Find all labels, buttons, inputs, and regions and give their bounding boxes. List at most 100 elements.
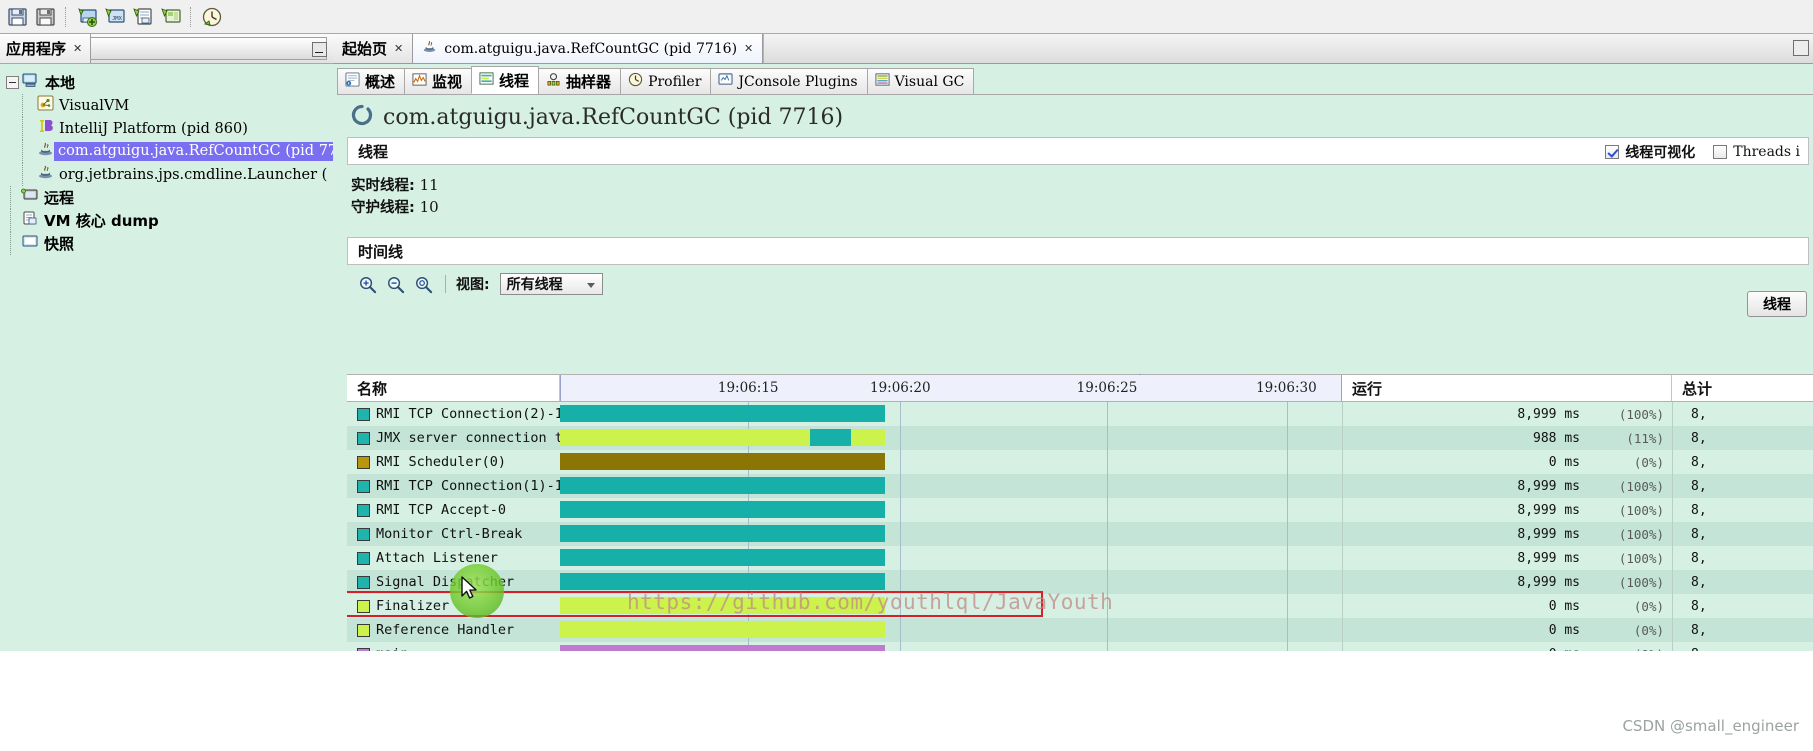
cell-running-time: 0 ms (0%) bbox=[1342, 450, 1672, 474]
daemon-threads-label: 守护线程: bbox=[351, 200, 415, 217]
total-time-value: 8, bbox=[1691, 454, 1707, 470]
daemon-threads-row: 守护线程: 10 bbox=[351, 197, 1813, 219]
tab-threads[interactable]: 线程 bbox=[471, 66, 540, 94]
thread-color-swatch bbox=[357, 575, 370, 589]
tab-applications[interactable]: 应用程序 ✕ bbox=[0, 34, 92, 63]
cell-timeline-track[interactable] bbox=[560, 522, 1342, 546]
maximize-button[interactable] bbox=[1793, 40, 1809, 56]
tree-node-label: 本地 bbox=[45, 74, 76, 92]
table-row[interactable]: RMI TCP Connection(2)-192. 8,999 ms (100%)… bbox=[347, 402, 1813, 426]
cell-timeline-track[interactable] bbox=[560, 450, 1342, 474]
table-row[interactable]: Monitor Ctrl-Break 8,999 ms (100%) 8, bbox=[347, 522, 1813, 546]
tree-node-label: org.jetbrains.jps.cmdline.Launcher ( bbox=[59, 166, 328, 183]
table-row[interactable]: Attach Listener 8,999 ms (100%) 8, bbox=[347, 546, 1813, 570]
cell-timeline-track[interactable] bbox=[560, 402, 1342, 426]
checkbox-icon[interactable] bbox=[1713, 145, 1728, 159]
main-toolbar: JMX bbox=[0, 0, 1813, 34]
threads-inspector-checkbox[interactable]: Threads i bbox=[1713, 144, 1800, 160]
main-content-area: 起始页 ✕ com.atguigu.java.RefCountGC (pid 7… bbox=[333, 34, 1813, 652]
tree-node-jps-launcher[interactable]: org.jetbrains.jps.cmdline.Launcher ( bbox=[0, 163, 333, 186]
toolbar-separator-1 bbox=[65, 6, 68, 27]
add-jmx-connection-icon[interactable] bbox=[74, 4, 100, 30]
toolbar-separator-2 bbox=[190, 6, 193, 27]
java-icon bbox=[422, 39, 437, 58]
tree-node-snapshots[interactable]: 快照 bbox=[0, 232, 333, 255]
thread-color-swatch bbox=[357, 407, 370, 421]
running-time-value: 8,999 ms bbox=[1517, 478, 1580, 494]
column-header-total[interactable]: 总计 bbox=[1672, 375, 1812, 401]
table-row[interactable]: JMX server connection time 988 ms (11%) 8, bbox=[347, 426, 1813, 450]
checkbox-icon[interactable] bbox=[1605, 145, 1620, 159]
timeline-toolbar: 视图: 所有线程 bbox=[347, 269, 1809, 299]
cell-total-time: 8, bbox=[1672, 594, 1812, 618]
tree-node-intellij[interactable]: IntelliJ Platform (pid 860) bbox=[0, 117, 333, 140]
tab-jconsole-plugins[interactable]: JConsole Plugins bbox=[710, 68, 868, 94]
zoom-in-icon[interactable] bbox=[355, 272, 379, 296]
column-header-name[interactable]: 名称 bbox=[347, 375, 560, 401]
table-row[interactable]: Reference Handler 0 ms (0%) 8, bbox=[347, 618, 1813, 642]
add-remote-host-icon[interactable]: JMX bbox=[102, 4, 128, 30]
thread-state-bar bbox=[560, 549, 886, 566]
column-header-timeline[interactable]: 19:06:15 19:06:20 19:06:25 19:06:30 bbox=[560, 374, 1342, 401]
time-tick: 19:06:15 bbox=[717, 380, 779, 396]
profiler-clock-icon[interactable] bbox=[199, 4, 225, 30]
cell-thread-name: Reference Handler bbox=[347, 618, 560, 642]
thread-state-bar bbox=[560, 573, 886, 590]
visualgc-icon bbox=[875, 72, 890, 91]
add-snapshot-icon[interactable] bbox=[158, 4, 184, 30]
view-select[interactable]: 所有线程 bbox=[499, 273, 603, 296]
table-row[interactable]: RMI Scheduler(0) 0 ms (0%) 8, bbox=[347, 450, 1813, 474]
cell-timeline-track[interactable] bbox=[560, 498, 1342, 522]
doc-tab-start-page[interactable]: 起始页 ✕ bbox=[333, 34, 414, 63]
cell-timeline-track[interactable] bbox=[560, 474, 1342, 498]
gridline bbox=[1287, 522, 1289, 546]
threads-visualization-checkbox[interactable]: 线程可视化 bbox=[1605, 142, 1695, 162]
loading-spinner-icon bbox=[351, 104, 373, 131]
thread-state-bar bbox=[560, 477, 886, 494]
thread-state-bar bbox=[560, 621, 886, 638]
add-vm-coredump-icon[interactable] bbox=[130, 4, 156, 30]
cell-total-time: 8, bbox=[1672, 618, 1812, 642]
tree-node-local[interactable]: 本地 bbox=[0, 71, 333, 94]
tree-node-remote[interactable]: 远程 bbox=[0, 186, 333, 209]
save-as-icon[interactable] bbox=[5, 4, 31, 30]
total-time-value: 8, bbox=[1691, 478, 1707, 494]
tab-monitor[interactable]: 监视 bbox=[404, 68, 473, 94]
thread-color-swatch bbox=[357, 623, 370, 637]
cell-timeline-track[interactable] bbox=[560, 426, 1342, 450]
chevron-down-icon[interactable] bbox=[586, 283, 595, 289]
threads-section-bar: 线程 线程可视化 Threads i bbox=[347, 137, 1809, 165]
zoom-out-icon[interactable] bbox=[383, 272, 407, 296]
close-icon[interactable]: ✕ bbox=[394, 42, 403, 55]
thread-name-label: RMI TCP Connection(1)-192. bbox=[376, 478, 560, 494]
table-row[interactable]: RMI TCP Accept-0 8,999 ms (100%) 8, bbox=[347, 498, 1813, 522]
thread-name-label: RMI TCP Accept-0 bbox=[376, 502, 507, 518]
tree-node-vm-coredump[interactable]: VM 核心 dump bbox=[0, 209, 333, 232]
zoom-fit-icon[interactable] bbox=[411, 272, 435, 296]
tab-sampler[interactable]: 抽样器 bbox=[538, 68, 622, 94]
table-row[interactable]: RMI TCP Connection(1)-192. 8,999 ms (100%)… bbox=[347, 474, 1813, 498]
close-icon[interactable]: ✕ bbox=[744, 42, 753, 55]
close-icon[interactable]: ✕ bbox=[73, 42, 82, 55]
live-threads-label: 实时线程: bbox=[351, 178, 415, 194]
doc-tab-refcountgc[interactable]: com.atguigu.java.RefCountGC (pid 7716) ✕ bbox=[413, 34, 764, 63]
save-icon[interactable] bbox=[33, 4, 59, 30]
column-header-running[interactable]: 运行 bbox=[1342, 375, 1672, 401]
running-time-value: 0 ms bbox=[1548, 454, 1580, 470]
minimize-button[interactable] bbox=[312, 42, 327, 57]
tab-overview[interactable]: 概述 bbox=[337, 68, 406, 94]
cell-timeline-track[interactable] bbox=[560, 546, 1342, 570]
time-axis: 19:06:15 19:06:20 19:06:25 19:06:30 bbox=[561, 374, 1341, 401]
thread-name-label: Reference Handler bbox=[376, 622, 515, 638]
thread-dump-button[interactable]: 线程 bbox=[1747, 291, 1807, 317]
gridline bbox=[1107, 618, 1109, 642]
tab-profiler[interactable]: Profiler bbox=[620, 68, 712, 94]
expander-icon[interactable] bbox=[6, 76, 19, 89]
tab-visual-gc[interactable]: Visual GC bbox=[866, 68, 975, 94]
cell-timeline-track[interactable] bbox=[560, 618, 1342, 642]
running-time-percent: (100%) bbox=[1618, 502, 1664, 518]
tree-node-refcountgc[interactable]: com.atguigu.java.RefCountGC (pid 7716) bbox=[0, 140, 366, 163]
tree-node-visualvm[interactable]: VisualVM bbox=[0, 94, 333, 117]
live-threads-value: 11 bbox=[419, 176, 439, 194]
visualvm-window: JMX 应用程序 ✕ 本地 VisualVM IntelliJ Platform… bbox=[0, 0, 1813, 751]
